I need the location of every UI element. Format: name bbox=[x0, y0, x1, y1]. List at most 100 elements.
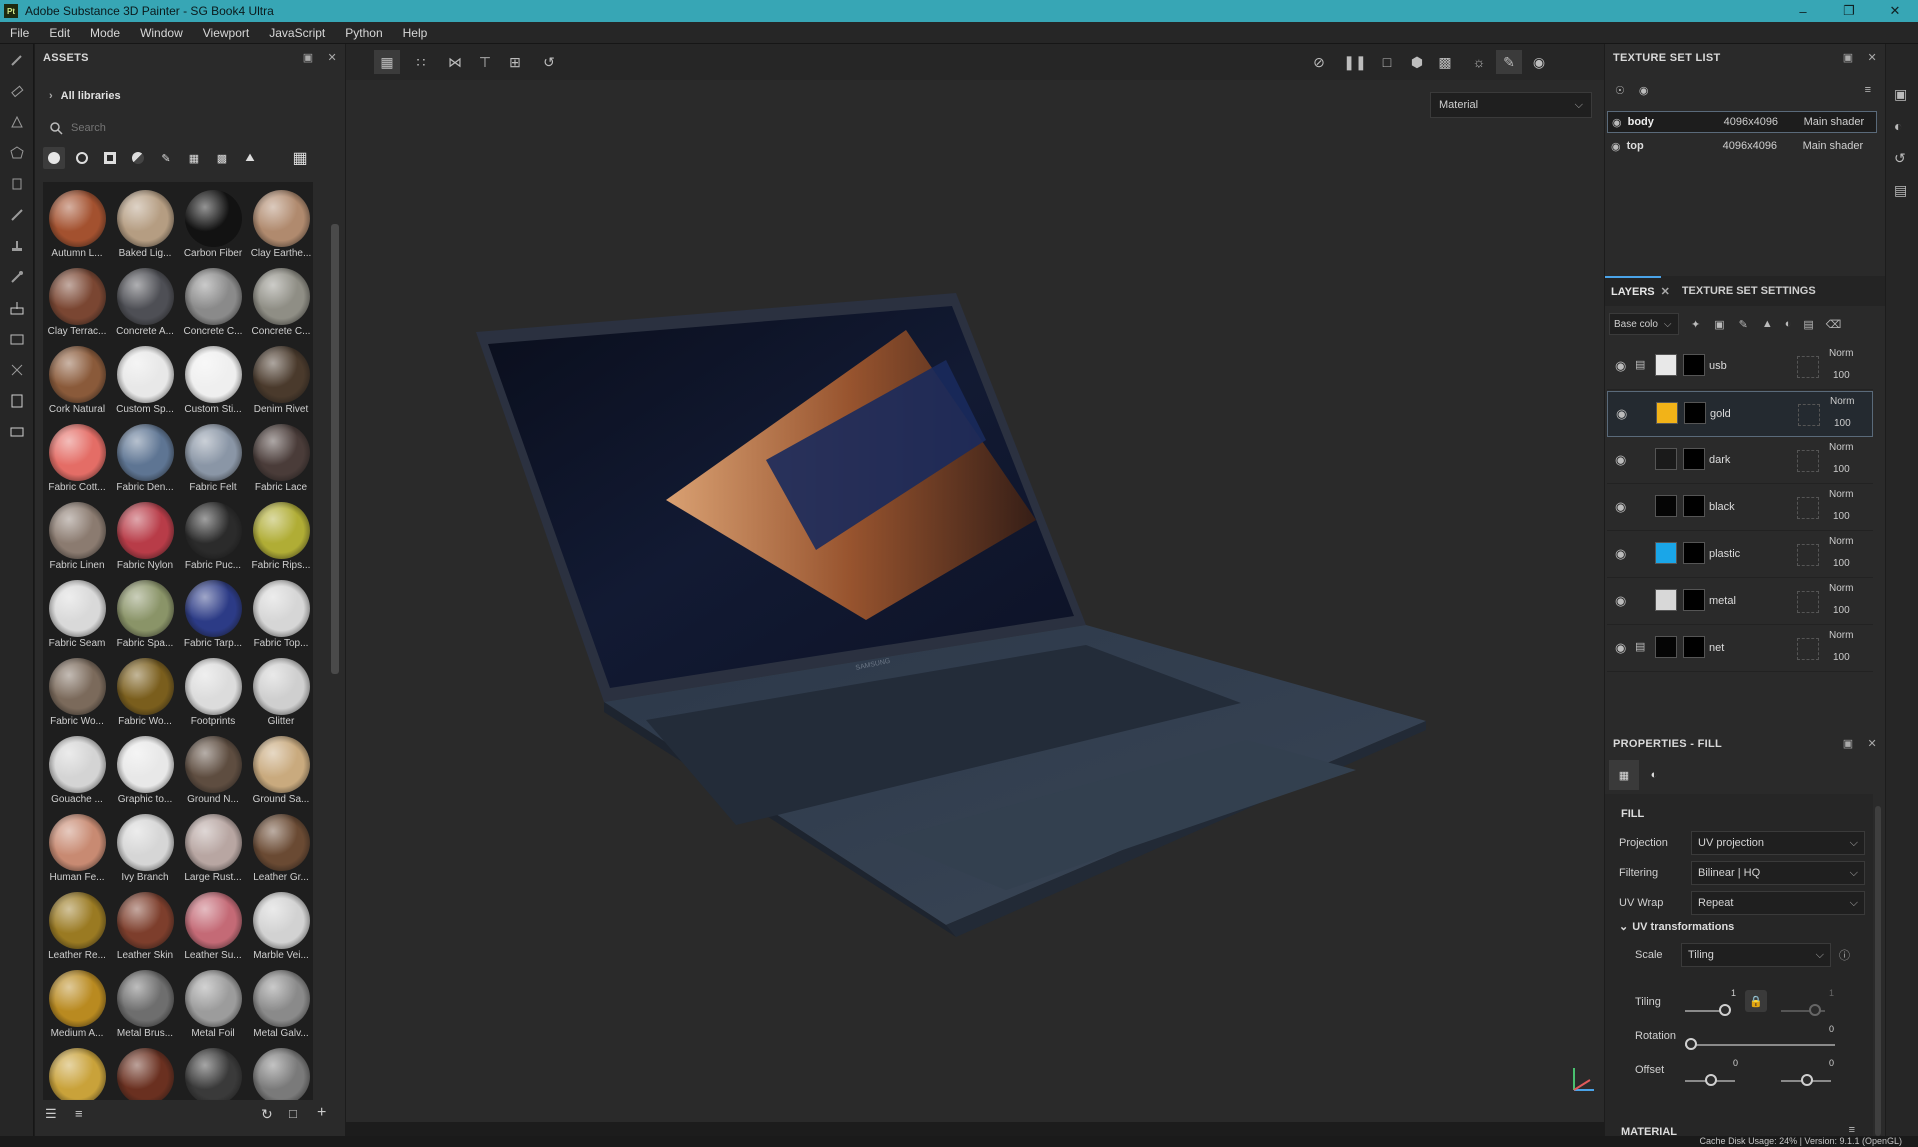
menu-javascript[interactable]: JavaScript bbox=[259, 26, 335, 40]
asset-tile[interactable]: Leather Skin bbox=[111, 888, 179, 966]
refresh-icon[interactable]: ↻ bbox=[261, 1106, 273, 1123]
asset-search[interactable] bbox=[49, 118, 329, 138]
bake-icon[interactable] bbox=[0, 292, 34, 323]
scale-select[interactable]: Tiling ⌵ bbox=[1681, 943, 1831, 967]
menu-mode[interactable]: Mode bbox=[80, 26, 130, 40]
projection-icon[interactable] bbox=[0, 106, 34, 137]
uvwrap-select[interactable]: Repeat ⌵ bbox=[1691, 891, 1865, 915]
measure-icon[interactable] bbox=[0, 354, 34, 385]
asset-tile[interactable]: Fabric Nylon bbox=[111, 498, 179, 576]
stamp-icon[interactable] bbox=[0, 230, 34, 261]
polygon-fill-icon[interactable] bbox=[0, 137, 34, 168]
texture-set-row[interactable]: ◉ top 4096x4096 Main shader bbox=[1607, 135, 1877, 157]
tab-layers[interactable]: LAYERS bbox=[1605, 276, 1661, 306]
add-icon[interactable]: + bbox=[317, 1104, 326, 1122]
asset-tile[interactable]: Custom Sti... bbox=[179, 342, 247, 420]
close-panel-icon[interactable]: ✕ bbox=[327, 51, 337, 64]
layer-blend-mode[interactable]: Norm bbox=[1830, 396, 1854, 407]
menu-help[interactable]: Help bbox=[393, 26, 438, 40]
channel-select[interactable]: Base colo ⌵ bbox=[1609, 313, 1679, 335]
layer-effect-slot[interactable] bbox=[1797, 591, 1819, 613]
layer-opacity[interactable]: 100 bbox=[1833, 464, 1850, 475]
filter-materials-icon[interactable] bbox=[43, 147, 65, 169]
offset-v-knob[interactable] bbox=[1801, 1074, 1813, 1086]
menu-python[interactable]: Python bbox=[335, 26, 392, 40]
assets-scrollbar[interactable] bbox=[331, 224, 339, 674]
search-input[interactable] bbox=[71, 122, 311, 134]
minimize-icon[interactable]: – bbox=[1780, 0, 1826, 22]
asset-tile[interactable]: Graphic to... bbox=[111, 732, 179, 810]
asset-tile[interactable] bbox=[43, 1044, 111, 1100]
projection-select[interactable]: UV projection ⌵ bbox=[1691, 831, 1865, 855]
video-icon[interactable]: ▩ bbox=[1432, 50, 1458, 74]
undock-icon[interactable]: ▣ bbox=[1843, 51, 1854, 64]
material-view-select[interactable]: Material ⌵ bbox=[1430, 92, 1592, 118]
asset-tile[interactable]: Fabric Rips... bbox=[247, 498, 313, 576]
layer-blend-mode[interactable]: Norm bbox=[1829, 630, 1853, 641]
asset-tile[interactable]: Fabric Tarp... bbox=[179, 576, 247, 654]
eye-icon[interactable]: ◉ bbox=[1615, 640, 1626, 656]
pause-icon[interactable]: ❚❚ bbox=[1342, 50, 1368, 74]
layer-effect-slot[interactable] bbox=[1797, 450, 1819, 472]
uv-transformations-toggle[interactable]: ⌄ UV transformations bbox=[1619, 920, 1734, 933]
paint-brush-icon[interactable] bbox=[0, 44, 34, 75]
asset-tile[interactable]: Leather Re... bbox=[43, 888, 111, 966]
undock-icon[interactable]: ▣ bbox=[1843, 737, 1854, 750]
log-icon[interactable]: ▤ bbox=[1894, 182, 1907, 199]
picker-icon[interactable] bbox=[0, 261, 34, 292]
add-fill-layer-icon[interactable]: ▲ bbox=[1762, 318, 1773, 330]
properties-scrollbar[interactable] bbox=[1875, 806, 1881, 1136]
asset-tile[interactable]: Glitter bbox=[247, 654, 313, 732]
asset-tile[interactable]: Baked Lig... bbox=[111, 186, 179, 264]
folder-icon[interactable]: □ bbox=[289, 1106, 297, 1121]
asset-tile[interactable]: Fabric Wo... bbox=[43, 654, 111, 732]
frame-icon[interactable]: ⊞ bbox=[502, 50, 528, 74]
layer-effect-slot[interactable] bbox=[1797, 356, 1819, 378]
info-icon[interactable]: ⓘ bbox=[1839, 947, 1850, 963]
close-panel-icon[interactable]: ✕ bbox=[1867, 737, 1877, 750]
asset-tile[interactable]: Carbon Fiber bbox=[179, 186, 247, 264]
eye-icon[interactable]: ◉ bbox=[1615, 452, 1626, 468]
shelf-icon[interactable] bbox=[0, 323, 34, 354]
asset-tile[interactable]: Fabric Spa... bbox=[111, 576, 179, 654]
eye-icon[interactable]: ◉ bbox=[1612, 116, 1622, 129]
eye-icon[interactable]: ◉ bbox=[1615, 358, 1626, 374]
visibility-settings-icon[interactable]: ☉ bbox=[1615, 84, 1625, 97]
asset-tile[interactable]: Concrete C... bbox=[247, 264, 313, 342]
list-view-icon[interactable]: ☰ bbox=[45, 1106, 57, 1122]
asset-tile[interactable]: Fabric Puc... bbox=[179, 498, 247, 576]
asset-tile[interactable]: Metal Galv... bbox=[247, 966, 313, 1044]
layer-effect-slot[interactable] bbox=[1797, 638, 1819, 660]
asset-tile[interactable]: Clay Terrac... bbox=[43, 264, 111, 342]
display-settings-icon[interactable]: ▣ bbox=[1894, 86, 1907, 103]
asset-tile[interactable]: Concrete C... bbox=[179, 264, 247, 342]
asset-tile[interactable]: Gouache ... bbox=[43, 732, 111, 810]
asset-tile[interactable]: Fabric Top... bbox=[247, 576, 313, 654]
eye-icon[interactable]: ◉ bbox=[1639, 84, 1649, 97]
layer-row[interactable]: ◉ metal Norm 100 bbox=[1607, 579, 1873, 625]
layer-row[interactable]: ◉ plastic Norm 100 bbox=[1607, 532, 1873, 578]
layer-row[interactable]: ◉ ▤ usb Norm 100 bbox=[1607, 344, 1873, 390]
material-preview-icon[interactable]: ◐ bbox=[1639, 760, 1669, 790]
eye-icon[interactable]: ◉ bbox=[1615, 499, 1626, 515]
document-icon[interactable] bbox=[0, 385, 34, 416]
lighting-icon[interactable]: ☼ bbox=[1466, 50, 1492, 74]
asset-tile[interactable]: Denim Rivet bbox=[247, 342, 313, 420]
align-icon[interactable]: ⊤ bbox=[472, 50, 498, 74]
asset-tile[interactable]: Metal Brus... bbox=[111, 966, 179, 1044]
rotation-slider[interactable] bbox=[1685, 1044, 1835, 1046]
close-tab-icon[interactable]: ✕ bbox=[1661, 285, 1670, 298]
asset-tile[interactable]: Metal Foil bbox=[179, 966, 247, 1044]
close-icon[interactable]: ✕ bbox=[1872, 0, 1918, 22]
filter-generators-icon[interactable] bbox=[127, 147, 149, 169]
layer-effect-slot[interactable] bbox=[1798, 404, 1820, 426]
history-icon[interactable]: ↺ bbox=[536, 50, 562, 74]
asset-tile[interactable]: Fabric Seam bbox=[43, 576, 111, 654]
menu-icon[interactable]: ≡ bbox=[1865, 84, 1871, 96]
material-menu-icon[interactable]: ≡ bbox=[1849, 1124, 1855, 1136]
tiling-u-knob[interactable] bbox=[1719, 1004, 1731, 1016]
asset-tile[interactable]: Human Fe... bbox=[43, 810, 111, 888]
eye-icon[interactable]: ◉ bbox=[1616, 406, 1627, 422]
layer-opacity[interactable]: 100 bbox=[1833, 558, 1850, 569]
asset-tile[interactable] bbox=[111, 1044, 179, 1100]
